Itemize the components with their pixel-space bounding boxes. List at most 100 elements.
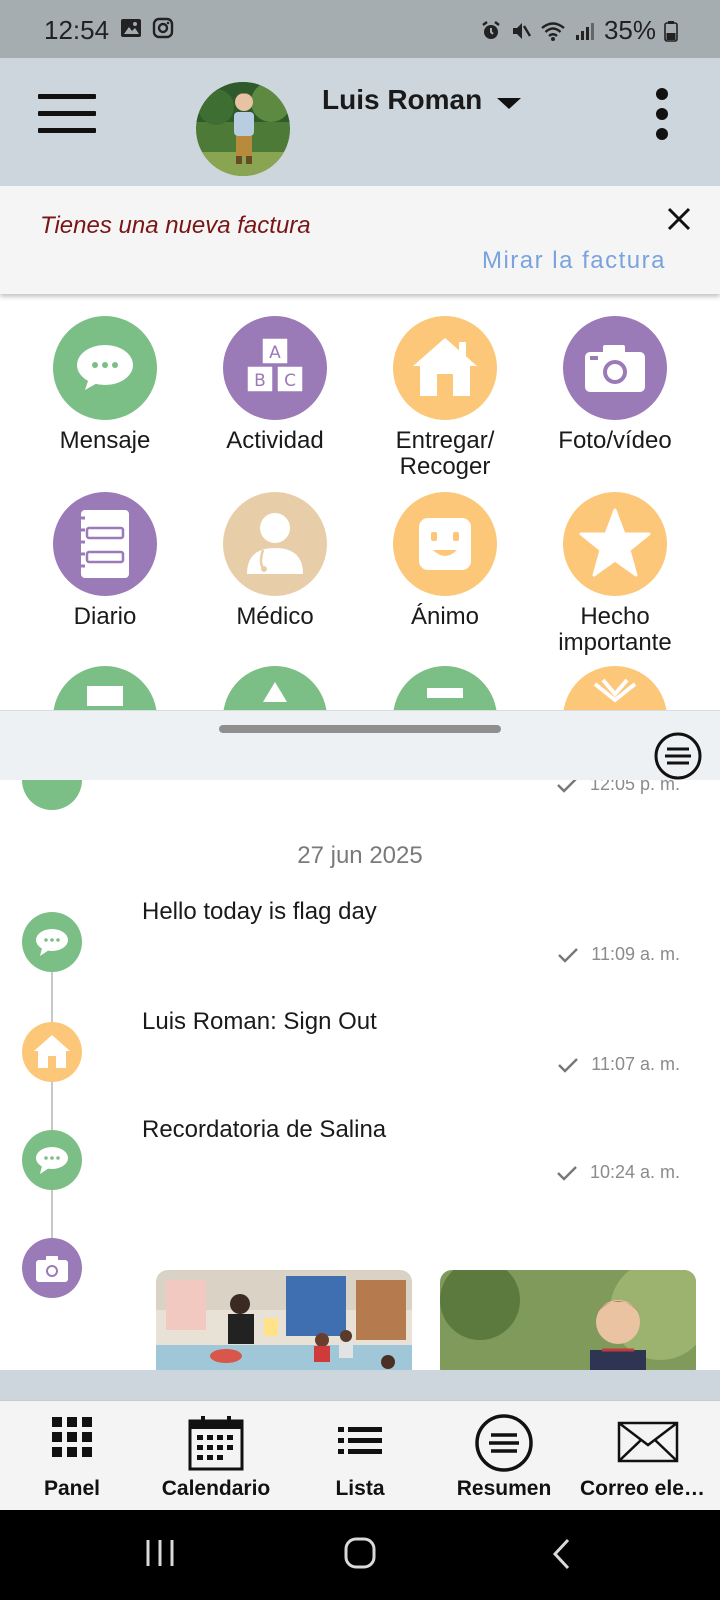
- check-icon: [558, 947, 579, 963]
- menu-icon[interactable]: [38, 94, 96, 134]
- action-activity[interactable]: A B C Actividad: [190, 316, 360, 454]
- feed-item-time: 12:05 p. m.: [556, 780, 680, 795]
- action-label: Mensaje: [59, 427, 151, 454]
- check-icon: [557, 780, 577, 793]
- app-header: Luis Roman: [0, 58, 720, 186]
- drawer-bar: [0, 710, 720, 780]
- feed-item-time: 11:09 a. m.: [557, 944, 680, 965]
- nav-panel[interactable]: Panel: [0, 1401, 144, 1511]
- star-icon: [563, 492, 667, 596]
- action-label: Actividad: [226, 427, 324, 454]
- message-icon: [22, 912, 82, 972]
- notice-message: Tienes una nueva factura: [40, 212, 311, 239]
- instagram-icon: [152, 17, 174, 39]
- doctor-icon: [223, 492, 327, 596]
- utensils-icon: [563, 666, 667, 710]
- wifi-icon: [541, 21, 565, 41]
- action-milestone[interactable]: Hecho importante: [530, 492, 700, 656]
- house-icon: [393, 316, 497, 420]
- svg-text:A: A: [269, 343, 281, 363]
- home-icon[interactable]: [343, 1536, 377, 1570]
- view-invoice-link[interactable]: Mirar la factura: [482, 247, 666, 275]
- action-more[interactable]: [190, 666, 360, 710]
- action-label: Diario: [73, 603, 137, 630]
- house-icon: [22, 1022, 82, 1082]
- signal-icon: [575, 22, 594, 40]
- action-label: Ánimo: [410, 603, 480, 630]
- summary-icon: [475, 1414, 533, 1472]
- status-time: 12:54: [44, 15, 110, 45]
- action-diary[interactable]: Diario: [20, 492, 190, 630]
- list-icon: [338, 1427, 382, 1454]
- photo-thumbnail[interactable]: [440, 1270, 696, 1370]
- feed-item-text[interactable]: Recordatoria de Salina: [142, 1116, 386, 1144]
- message-icon: [22, 780, 82, 810]
- abc-blocks-icon: A B C: [223, 316, 327, 420]
- printer-icon: [393, 666, 497, 710]
- action-label: Hecho importante: [558, 603, 672, 656]
- mute-icon: [512, 22, 531, 39]
- calendar-icon: [188, 1416, 244, 1471]
- document-icon: [53, 666, 157, 710]
- svg-text:B: B: [254, 371, 266, 391]
- nav-label: Correo elect…: [580, 1477, 720, 1500]
- recent-apps-icon[interactable]: [144, 1538, 176, 1568]
- action-more[interactable]: [20, 666, 190, 710]
- check-icon: [557, 1165, 577, 1181]
- grid-icon: [52, 1417, 92, 1457]
- back-icon[interactable]: [550, 1538, 574, 1570]
- date-separator: 27 jun 2025: [297, 842, 423, 869]
- action-more[interactable]: [360, 666, 530, 710]
- action-mood[interactable]: Ánimo: [360, 492, 530, 630]
- nav-label: Panel: [43, 1477, 101, 1500]
- camera-icon: [563, 316, 667, 420]
- feed-item-time: 11:07 a. m.: [557, 1054, 680, 1075]
- photo-thumbnail[interactable]: [156, 1270, 412, 1370]
- alarm-icon: [482, 20, 500, 39]
- action-photo-video[interactable]: Foto/vídeo: [530, 316, 700, 454]
- action-message[interactable]: Mensaje: [20, 316, 190, 454]
- svg-text:C: C: [284, 371, 296, 391]
- avatar[interactable]: [196, 82, 290, 176]
- check-icon: [558, 1057, 579, 1073]
- action-more[interactable]: [530, 666, 700, 710]
- action-medical[interactable]: Médico: [190, 492, 360, 630]
- feed-item-text[interactable]: Hello today is flag day: [142, 898, 377, 926]
- action-dropoff-pickup[interactable]: Entregar/ Recoger: [360, 316, 530, 480]
- action-label: Entregar/ Recoger: [395, 427, 495, 480]
- feed-divider: [0, 1370, 720, 1400]
- action-label: Médico: [236, 603, 314, 630]
- feed-item-time: 10:24 a. m.: [556, 1162, 680, 1183]
- triangle-icon: [223, 666, 327, 710]
- camera-icon: [22, 1238, 82, 1298]
- battery-icon: [664, 20, 678, 42]
- smiley-icon: [393, 492, 497, 596]
- envelope-icon: [617, 1421, 679, 1463]
- nav-label: Resumen: [456, 1477, 552, 1500]
- timeline-feed: 12:05 p. m. 27 jun 2025 Hello today is f…: [0, 780, 720, 1370]
- more-options-icon[interactable]: [652, 88, 672, 144]
- nav-email[interactable]: Correo elect…: [576, 1401, 720, 1511]
- caret-down-icon[interactable]: [497, 98, 521, 109]
- action-label: Foto/vídeo: [558, 427, 672, 454]
- message-icon: [53, 316, 157, 420]
- notebook-icon: [53, 492, 157, 596]
- nav-label: Lista: [335, 1477, 385, 1500]
- feed-item-text[interactable]: Luis Roman: Sign Out: [142, 1008, 377, 1036]
- status-bar: 12:54 35%: [0, 0, 720, 58]
- summary-icon[interactable]: [653, 731, 703, 781]
- battery-percent: 35%: [603, 15, 656, 45]
- system-navigation: [0, 1510, 720, 1600]
- nav-summary[interactable]: Resumen: [432, 1401, 576, 1511]
- invoice-notice: Tienes una nueva factura Mirar la factur…: [0, 186, 720, 294]
- drawer-handle[interactable]: [219, 725, 501, 733]
- message-icon: [22, 1130, 82, 1190]
- nav-list[interactable]: Lista: [288, 1401, 432, 1511]
- gallery-icon: [121, 19, 141, 37]
- nav-calendar[interactable]: Calendario: [144, 1401, 288, 1511]
- child-name[interactable]: Luis Roman: [322, 84, 482, 116]
- close-icon[interactable]: [664, 204, 694, 234]
- nav-label: Calendario: [161, 1477, 271, 1500]
- action-grid: Mensaje A B C Actividad Entregar/ Recoge…: [0, 294, 720, 710]
- bottom-navigation: Panel Calendario Lista Resumen Correo el…: [0, 1400, 720, 1510]
